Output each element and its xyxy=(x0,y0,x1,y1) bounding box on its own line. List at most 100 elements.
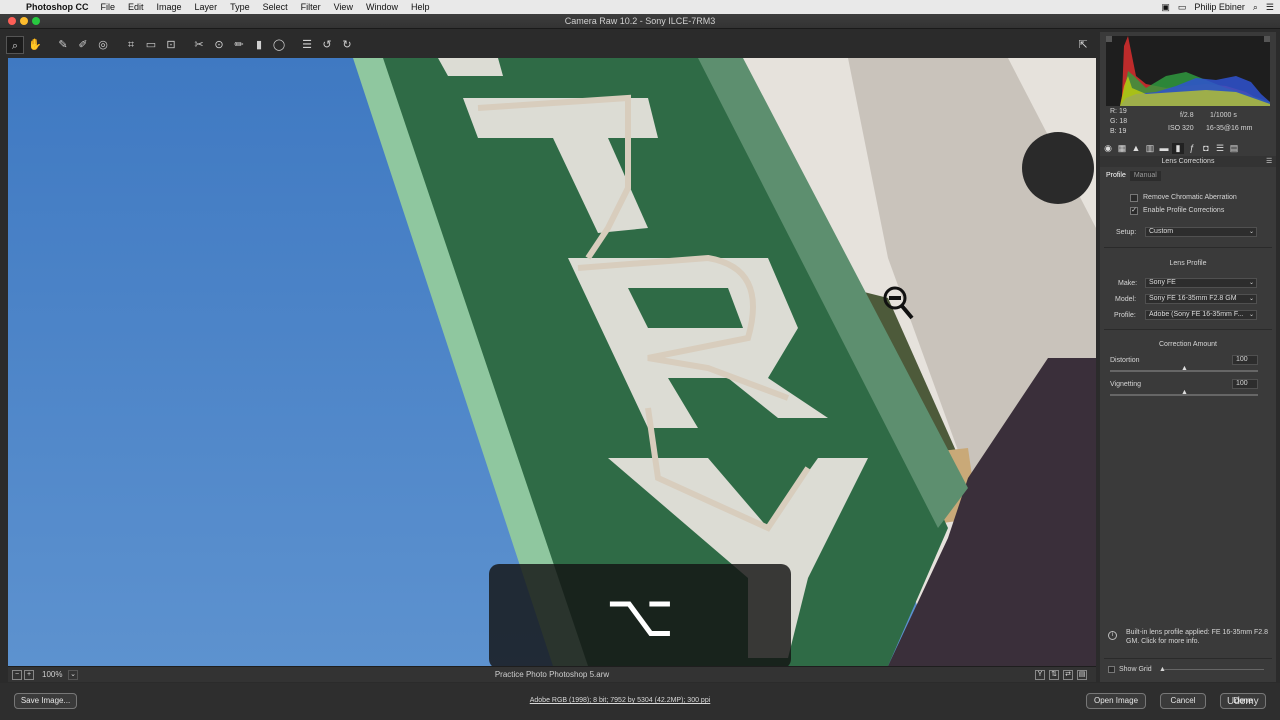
white-balance-tool-icon[interactable]: ✎ xyxy=(54,36,72,54)
workflow-options-link[interactable]: Adobe RGB (1998); 8 bit; 7952 by 5304 (4… xyxy=(0,697,1240,704)
close-window-button[interactable] xyxy=(8,17,16,25)
red-eye-tool-icon[interactable]: ⊙ xyxy=(210,36,228,54)
enable-profile-label: Enable Profile Corrections xyxy=(1143,207,1225,214)
cast-icon[interactable]: ▭ xyxy=(1178,2,1187,13)
model-select[interactable]: Sony FE 16-35mm F2.8 GM ⌄ xyxy=(1145,294,1257,304)
tone-curve-tab-icon[interactable]: ▦ xyxy=(1116,143,1128,154)
cancel-button[interactable]: Cancel xyxy=(1160,693,1206,709)
menu-help[interactable]: Help xyxy=(411,2,430,12)
lens-profile-header: Lens Profile xyxy=(1169,260,1207,267)
transform-tool-icon[interactable]: ⊡ xyxy=(162,36,180,54)
straighten-tool-icon[interactable]: ▭ xyxy=(142,36,160,54)
option-key-overlay: ⌥ xyxy=(489,564,791,666)
hand-tool-icon[interactable]: ✋ xyxy=(26,36,44,54)
pixel-readout: R: 19 G: 18 B: 19 f/2.8 1/1000 s ISO 320… xyxy=(1110,108,1270,140)
crop-tool-icon[interactable]: ⌗ xyxy=(122,36,140,54)
info-icon[interactable]: i xyxy=(1108,631,1117,640)
rotate-left-icon[interactable]: ↺ xyxy=(318,36,336,54)
lens-profile-info[interactable]: Built-in lens profile applied: FE 16-35m… xyxy=(1126,628,1268,646)
basic-tab-icon[interactable]: ◉ xyxy=(1102,143,1114,154)
distortion-label: Distortion xyxy=(1110,357,1140,364)
section-title: Lens Corrections xyxy=(1100,156,1276,167)
menu-window[interactable]: Window xyxy=(366,2,398,12)
green-value: G: 18 xyxy=(1110,118,1128,125)
rotate-right-icon[interactable]: ↻ xyxy=(338,36,356,54)
correction-amount-header: Correction Amount xyxy=(1159,341,1217,348)
tab-profile[interactable]: Profile xyxy=(1102,171,1130,181)
profile-select[interactable]: Adobe (Sony FE 16-35mm F... ⌄ xyxy=(1145,310,1257,320)
menu-view[interactable]: View xyxy=(334,2,353,12)
histogram xyxy=(1106,36,1270,106)
window-title: Camera Raw 10.2 - Sony ILCE-7RM3 xyxy=(564,16,716,26)
window-title-bar: Camera Raw 10.2 - Sony ILCE-7RM3 xyxy=(0,14,1280,29)
radial-filter-tool-icon[interactable]: ◯ xyxy=(270,36,288,54)
profile-label: Profile: xyxy=(1114,312,1136,319)
swap-settings-icon[interactable]: ⇄ xyxy=(1063,670,1073,680)
make-select[interactable]: Sony FE ⌄ xyxy=(1145,278,1257,288)
open-image-button[interactable]: Open Image xyxy=(1086,693,1146,709)
toggle-settings-icon[interactable]: ▤ xyxy=(1077,670,1087,680)
lens-corrections-tab-icon[interactable]: ▮ xyxy=(1172,142,1184,154)
panel-menu-icon[interactable]: ☰ xyxy=(1266,157,1272,165)
color-sampler-tool-icon[interactable]: ✐ xyxy=(74,36,92,54)
model-label: Model: xyxy=(1115,296,1137,303)
menu-layer[interactable]: Layer xyxy=(195,2,218,12)
enable-profile-checkbox[interactable]: ✓ xyxy=(1130,207,1138,215)
blue-value: B: 19 xyxy=(1110,128,1127,135)
file-name: Practice Photo Photoshop 5.arw xyxy=(494,670,610,679)
menu-edit[interactable]: Edit xyxy=(128,2,144,12)
vignetting-slider-thumb[interactable]: ▲ xyxy=(1181,389,1188,396)
setup-label: Setup: xyxy=(1116,229,1137,236)
panel-tabs: ◉ ▦ ▲ ▥ ▬ ▮ ƒ ◘ ☰ ▤ xyxy=(1100,142,1276,154)
menu-type[interactable]: Type xyxy=(230,2,250,12)
presets-tab-icon[interactable]: ☰ xyxy=(1214,143,1226,154)
graduated-filter-tool-icon[interactable]: ▮ xyxy=(250,36,268,54)
adjustment-brush-tool-icon[interactable]: ✏ xyxy=(230,36,248,54)
before-after-y-icon[interactable]: Y xyxy=(1035,670,1045,680)
menu-bar: Photoshop CC File Edit Image Layer Type … xyxy=(0,0,1280,14)
grid-size-slider[interactable] xyxy=(1164,669,1264,670)
vignetting-field[interactable]: 100 xyxy=(1232,379,1258,389)
effects-tab-icon[interactable]: ƒ xyxy=(1186,143,1198,153)
minimize-window-button[interactable] xyxy=(20,17,28,25)
iso-value: ISO 320 xyxy=(1168,125,1194,132)
image-status-bar: − + 100% ⌄ Practice Photo Photoshop 5.ar… xyxy=(8,666,1096,682)
shutter-value: 1/1000 s xyxy=(1210,112,1237,119)
lens-subtabs: Profile Manual xyxy=(1102,171,1161,181)
aperture-value: f/2.8 xyxy=(1180,112,1194,119)
detail-tab-icon[interactable]: ▲ xyxy=(1130,143,1142,153)
vignetting-label: Vignetting xyxy=(1110,381,1142,388)
fullscreen-toggle-icon[interactable]: ⇱ xyxy=(1074,36,1092,54)
hsl-tab-icon[interactable]: ▥ xyxy=(1144,143,1156,154)
spotlight-icon[interactable]: ⌕ xyxy=(1253,2,1258,13)
preferences-icon[interactable]: ☰ xyxy=(298,36,316,54)
image-preview[interactable]: ⌥ xyxy=(8,58,1096,666)
screen-record-icon[interactable]: ▣ xyxy=(1161,2,1170,13)
show-grid-checkbox[interactable] xyxy=(1108,666,1115,673)
make-label: Make: xyxy=(1118,280,1138,287)
distortion-field[interactable]: 100 xyxy=(1232,355,1258,365)
tab-manual[interactable]: Manual xyxy=(1129,171,1161,181)
adjustment-panel: R: 19 G: 18 B: 19 f/2.8 1/1000 s ISO 320… xyxy=(1100,32,1276,682)
menu-file[interactable]: File xyxy=(101,2,116,12)
split-toning-tab-icon[interactable]: ▬ xyxy=(1158,143,1170,153)
targeted-adjustment-tool-icon[interactable]: ◎ xyxy=(94,36,112,54)
zoom-tool-icon[interactable]: ⌕ xyxy=(6,36,24,54)
menu-select[interactable]: Select xyxy=(263,2,288,12)
distortion-slider-thumb[interactable]: ▲ xyxy=(1181,365,1188,372)
menu-filter[interactable]: Filter xyxy=(301,2,321,12)
app-menu[interactable]: Photoshop CC xyxy=(26,2,89,12)
lens-value: 16-35@16 mm xyxy=(1206,125,1253,132)
menu-image[interactable]: Image xyxy=(157,2,182,12)
snapshots-tab-icon[interactable]: ▤ xyxy=(1228,143,1240,154)
camera-calibration-tab-icon[interactable]: ◘ xyxy=(1200,143,1212,153)
user-menu[interactable]: Philip Ebiner xyxy=(1194,2,1245,12)
setup-select[interactable]: Custom ⌄ xyxy=(1145,227,1257,237)
spot-removal-tool-icon[interactable]: ✂ xyxy=(190,36,208,54)
red-value: R: 19 xyxy=(1110,108,1127,115)
zoom-window-button[interactable] xyxy=(32,17,40,25)
notification-center-icon[interactable]: ☰ xyxy=(1266,2,1274,13)
bottom-bar: Save Image... Adobe RGB (1998); 8 bit; 7… xyxy=(0,683,1280,720)
before-after-cycle-icon[interactable]: ⇅ xyxy=(1049,670,1059,680)
remove-ca-checkbox[interactable] xyxy=(1130,194,1138,202)
